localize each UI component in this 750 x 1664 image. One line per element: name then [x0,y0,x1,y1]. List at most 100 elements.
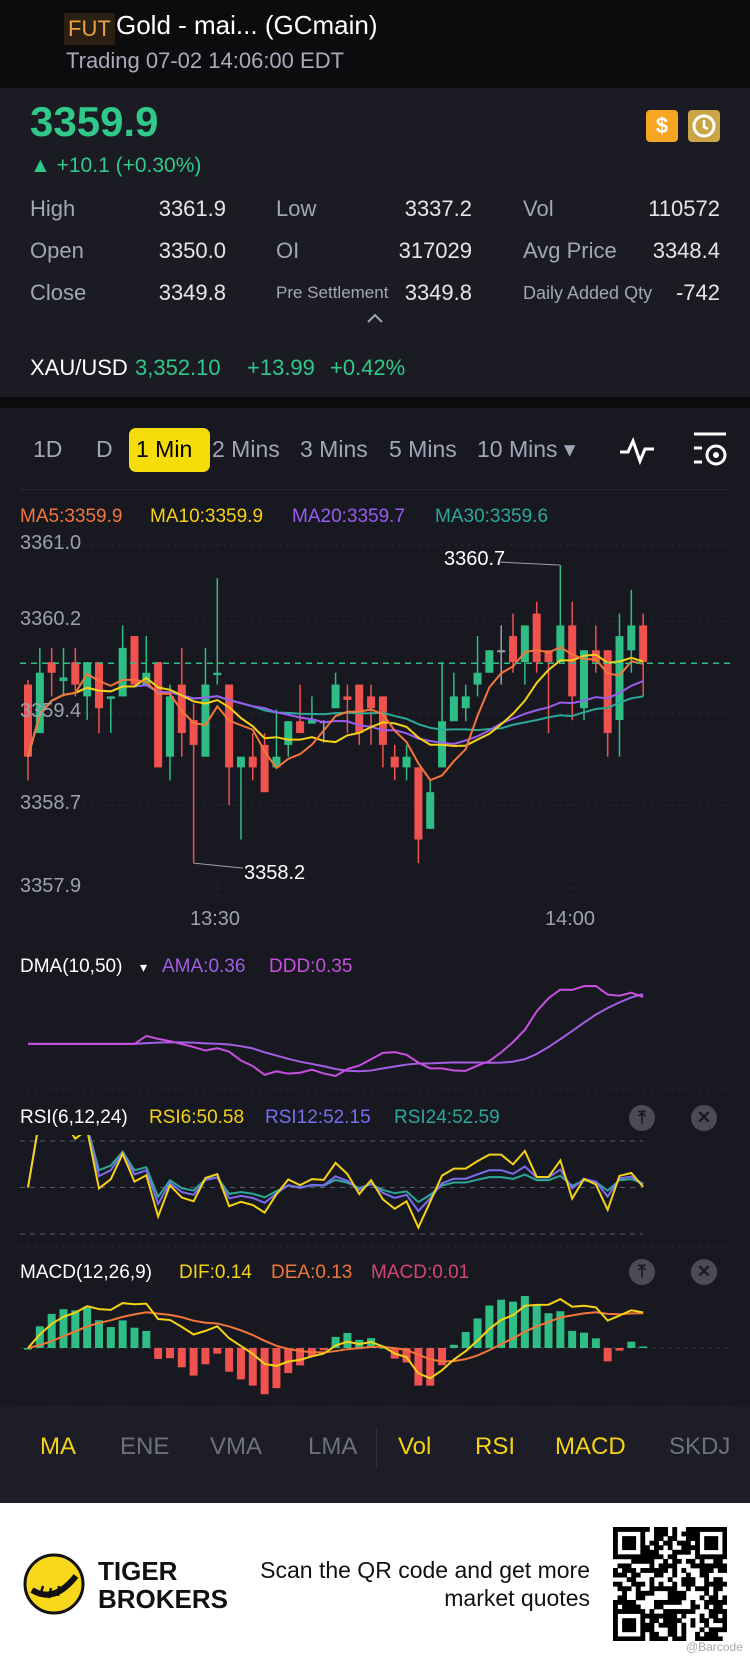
qr-module [635,1595,641,1601]
qr-module [708,1595,714,1601]
instrument-title[interactable]: Gold - mai... (GCmain) [116,10,378,41]
qr-module [613,1545,618,1551]
related-symbol[interactable]: XAU/USD [30,355,128,381]
qr-module [631,1604,637,1610]
dma-dropdown-icon[interactable]: ▾ [140,956,147,976]
indicator-rsi[interactable]: RSI [475,1433,515,1461]
qr-module [631,1536,637,1541]
tab-1-min[interactable]: 1 Min [136,436,192,463]
qr-module [654,1618,659,1624]
qr-module [654,1540,659,1546]
indicator-ma[interactable]: MA [40,1433,76,1461]
indicator-vma[interactable]: VMA [210,1433,262,1461]
candlestick-chart[interactable] [0,530,750,900]
qr-module [713,1536,719,1541]
qr-module [704,1599,710,1605]
tab-10-mins[interactable]: 10 Mins ▾ [477,436,575,463]
qr-module [676,1558,682,1564]
qr-module [635,1590,641,1596]
collapse-chevron-icon[interactable] [365,308,385,328]
qr-module [722,1581,727,1587]
qr-module [649,1627,655,1633]
qr-module [667,1599,673,1605]
candle-body [461,696,470,709]
qr-module [622,1545,627,1551]
qr-module [713,1631,719,1637]
qr-module [640,1554,646,1560]
candle-body [343,696,352,700]
indicator-skdj[interactable]: SKDJ [669,1433,730,1461]
qr-module [640,1622,646,1628]
tab-2-mins[interactable]: 2 Mins [212,436,280,463]
tab-d[interactable]: D [96,436,113,463]
qr-module [649,1636,655,1641]
qr-module [685,1545,691,1551]
rsi-close-icon[interactable]: ✕ [691,1105,717,1131]
qr-module [681,1595,687,1601]
qr-module [681,1581,687,1587]
qr-module [667,1545,673,1551]
qr-module [617,1609,623,1614]
indicator-macd[interactable]: MACD [555,1433,626,1461]
qr-module [617,1599,623,1605]
tab-1d[interactable]: 1D [33,436,62,463]
qr-module [617,1563,623,1569]
qr-module [667,1622,673,1628]
qr-module [649,1613,655,1619]
qr-module [713,1563,719,1569]
qr-module [635,1558,641,1564]
stat-label: Avg Price [523,238,617,263]
qr-module [626,1618,632,1624]
rsi-pin-top-icon[interactable]: ⤒ [629,1105,655,1131]
indicator-vol[interactable]: Vol [398,1433,431,1461]
indicator-ene[interactable]: ENE [120,1433,169,1461]
qr-module [667,1627,673,1633]
qr-module [708,1554,714,1560]
qr-module [635,1554,641,1560]
qr-module [631,1636,637,1641]
qr-module [704,1581,710,1587]
macd-close-icon[interactable]: ✕ [691,1259,717,1285]
qr-module [654,1636,659,1641]
qr-module [649,1568,655,1573]
qr-module [631,1554,637,1560]
qr-module [681,1622,687,1628]
dea-legend: DEA:0.13 [271,1262,353,1283]
macd-chart [20,1296,730,1401]
y-tick-label: 3359.4 [20,700,82,722]
qr-module [626,1563,632,1569]
candle-body [118,647,127,697]
qr-module [685,1572,691,1578]
qr-module [631,1545,637,1551]
macd-histogram-bar [177,1348,186,1368]
qr-module [613,1609,618,1614]
stat-value: 3349.8 [158,280,226,305]
qr-module [672,1586,678,1592]
qr-module [708,1581,714,1587]
qr-module [626,1609,632,1614]
stat-label: Pre Settlement [276,283,389,302]
tab-5-mins[interactable]: 5 Mins [389,436,457,463]
qr-module [613,1581,618,1587]
dollar-icon[interactable]: $ [646,110,678,142]
watermark: @Barcode [686,1640,743,1654]
qr-module [613,1599,618,1605]
chart-settings-icon[interactable] [690,430,730,475]
qr-module [613,1527,618,1532]
history-clock-icon[interactable] [688,110,720,142]
chart-type-icon[interactable] [618,434,656,471]
qr-module [667,1563,673,1569]
macd-pin-top-icon[interactable]: ⤒ [629,1259,655,1285]
tab-3-mins[interactable]: 3 Mins [300,436,368,463]
qr-module [690,1563,696,1569]
qr-module [626,1540,632,1546]
stat-value: 3361.9 [158,196,226,221]
qr-module [708,1536,714,1541]
dma-legend-title[interactable]: DMA(10,50) [20,956,122,978]
qr-module [622,1563,627,1569]
qr-module [649,1563,655,1569]
divider [20,489,730,490]
qr-module [681,1540,687,1546]
qr-module [672,1627,678,1633]
indicator-lma[interactable]: LMA [308,1433,357,1461]
